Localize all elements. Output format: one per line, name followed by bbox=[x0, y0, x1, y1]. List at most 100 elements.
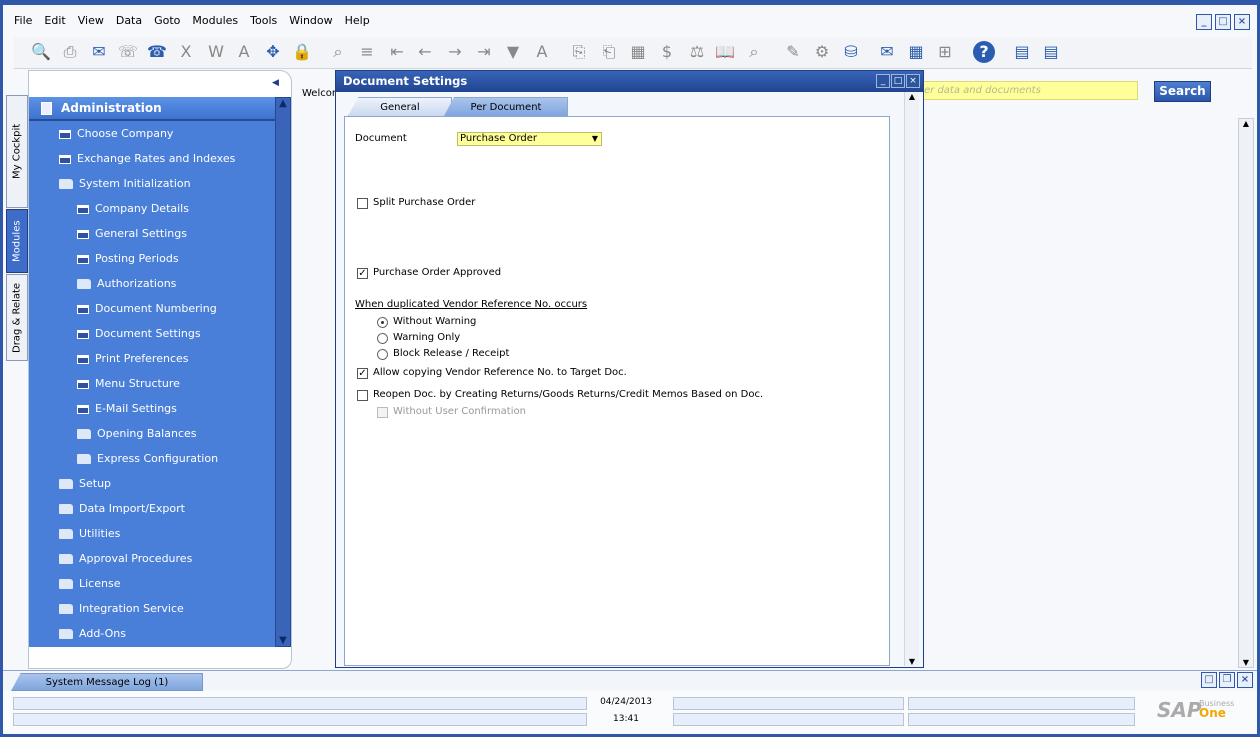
print-preview-icon[interactable]: 🔍 bbox=[30, 41, 52, 63]
log-restore-button[interactable]: ❐ bbox=[1219, 672, 1235, 688]
radio-block-release[interactable] bbox=[377, 349, 388, 360]
sidebar-scrollbar[interactable]: ▲ ▼ bbox=[275, 97, 291, 647]
tab-drag-relate[interactable]: Drag & Relate bbox=[6, 274, 28, 361]
menu-help[interactable]: Help bbox=[345, 14, 370, 32]
close-button[interactable]: × bbox=[1234, 14, 1250, 30]
help-icon[interactable]: ? bbox=[973, 41, 995, 63]
sidebar-item[interactable]: Express Configuration bbox=[77, 449, 218, 469]
last-record-icon[interactable]: ⇥ bbox=[473, 41, 495, 63]
menu-file[interactable]: File bbox=[14, 14, 32, 32]
find-icon[interactable]: ⌕ bbox=[327, 41, 349, 63]
allow-copy-checkbox[interactable]: ✓ bbox=[357, 368, 368, 379]
balance-icon[interactable]: ⚖ bbox=[686, 41, 708, 63]
document-select[interactable]: Purchase Order ▼ bbox=[457, 132, 602, 146]
send-receive-icon[interactable]: ✉ bbox=[88, 41, 110, 63]
menu-tools[interactable]: Tools bbox=[250, 14, 277, 32]
menu-goto[interactable]: Goto bbox=[154, 14, 180, 32]
scroll-up-icon[interactable]: ▲ bbox=[1239, 119, 1253, 128]
scroll-down-icon[interactable]: ▼ bbox=[276, 635, 290, 646]
approved-checkbox[interactable]: ✓ bbox=[357, 268, 368, 279]
radio-without-warning[interactable] bbox=[377, 317, 388, 328]
log-maximize-button[interactable]: □ bbox=[1201, 672, 1217, 688]
fax-icon[interactable]: ☎ bbox=[146, 41, 168, 63]
scroll-up-icon[interactable]: ▲ bbox=[276, 98, 290, 110]
dialog-maximize-button[interactable]: □ bbox=[891, 74, 905, 88]
calculator-icon[interactable]: ▦ bbox=[627, 41, 649, 63]
menu-edit[interactable]: Edit bbox=[44, 14, 65, 32]
excel-icon[interactable]: X bbox=[175, 41, 197, 63]
database-icon[interactable]: ⛁ bbox=[840, 41, 862, 63]
sidebar-item[interactable]: Document Settings bbox=[77, 324, 201, 344]
sidebar-item[interactable]: Integration Service bbox=[59, 599, 184, 619]
calendar-icon[interactable]: ▦ bbox=[905, 41, 927, 63]
menu-modules[interactable]: Modules bbox=[192, 14, 238, 32]
sidebar-item[interactable]: Document Numbering bbox=[77, 299, 217, 319]
tab-modules[interactable]: Modules bbox=[6, 209, 28, 273]
base-document-icon[interactable]: ⎘ bbox=[568, 41, 590, 63]
sidebar-item[interactable]: Utilities bbox=[59, 524, 120, 544]
sidebar-item[interactable]: E-Mail Settings bbox=[77, 399, 177, 419]
print-icon[interactable]: ⎙ bbox=[59, 41, 81, 63]
query-icon[interactable]: ▤ bbox=[1040, 41, 1062, 63]
tab-my-cockpit[interactable]: My Cockpit bbox=[6, 95, 28, 208]
menu-view[interactable]: View bbox=[78, 14, 104, 32]
search-input[interactable]: er data and documents bbox=[920, 81, 1138, 100]
collapse-arrow-icon[interactable]: ◀ bbox=[272, 78, 279, 88]
administration-header[interactable]: Administration bbox=[29, 97, 275, 121]
radio-warning-only[interactable] bbox=[377, 333, 388, 344]
report-icon[interactable]: ▤ bbox=[1011, 41, 1033, 63]
main-scrollbar[interactable]: ▲ ▼ bbox=[1238, 118, 1254, 668]
sidebar-item[interactable]: Add-Ons bbox=[59, 624, 126, 644]
gross-profit-icon[interactable]: $ bbox=[656, 41, 678, 63]
system-message-log-tab[interactable]: System Message Log (1) bbox=[11, 673, 203, 691]
sms-icon[interactable]: ☏ bbox=[117, 41, 139, 63]
edit-icon[interactable]: ✎ bbox=[782, 41, 804, 63]
journal-icon[interactable]: 📖 bbox=[714, 41, 736, 63]
sidebar-item[interactable]: Setup bbox=[59, 474, 111, 494]
sidebar-item[interactable]: Data Import/Export bbox=[59, 499, 185, 519]
org-chart-icon[interactable]: ⊞ bbox=[934, 41, 956, 63]
sidebar-item[interactable]: Company Details bbox=[77, 199, 189, 219]
dialog-scrollbar[interactable]: ▲ ▼ bbox=[904, 92, 919, 666]
dialog-minimize-button[interactable]: _ bbox=[876, 74, 890, 88]
form-settings-lock-icon[interactable]: 🔒 bbox=[291, 41, 313, 63]
maximize-button[interactable]: □ bbox=[1215, 14, 1231, 30]
word-icon[interactable]: W bbox=[205, 41, 227, 63]
move-icon[interactable]: ✥ bbox=[262, 41, 284, 63]
sidebar-item[interactable]: Menu Structure bbox=[77, 374, 180, 394]
target-document-icon[interactable]: ⎗ bbox=[598, 41, 620, 63]
split-checkbox[interactable] bbox=[357, 198, 368, 209]
next-record-icon[interactable]: → bbox=[444, 41, 466, 63]
scroll-down-icon[interactable]: ▼ bbox=[1239, 658, 1253, 667]
tab-per-document[interactable]: Per Document bbox=[444, 97, 568, 116]
sidebar-item[interactable]: Opening Balances bbox=[77, 424, 197, 444]
reopen-checkbox[interactable] bbox=[357, 390, 368, 401]
sidebar-item[interactable]: Authorizations bbox=[77, 274, 176, 294]
add-icon[interactable]: ≡ bbox=[356, 41, 378, 63]
sidebar-item[interactable]: Print Preferences bbox=[77, 349, 189, 369]
filter-icon[interactable]: ▼ bbox=[502, 41, 524, 63]
sort-icon[interactable]: A bbox=[531, 41, 553, 63]
messages-alert-icon[interactable]: ✉ bbox=[876, 41, 898, 63]
sidebar-item[interactable]: General Settings bbox=[77, 224, 187, 244]
menu-window[interactable]: Window bbox=[289, 14, 332, 32]
sidebar-item[interactable]: Exchange Rates and Indexes bbox=[59, 149, 235, 169]
dialog-close-button[interactable]: × bbox=[906, 74, 920, 88]
sidebar-item[interactable]: Choose Company bbox=[59, 124, 173, 144]
menu-data[interactable]: Data bbox=[116, 14, 142, 32]
settings-icon[interactable]: ⚙ bbox=[811, 41, 833, 63]
previous-record-icon[interactable]: ← bbox=[414, 41, 436, 63]
sidebar-item[interactable]: Approval Procedures bbox=[59, 549, 192, 569]
sidebar-item[interactable]: Posting Periods bbox=[77, 249, 179, 269]
log-close-button[interactable]: × bbox=[1237, 672, 1253, 688]
first-record-icon[interactable]: ⇤ bbox=[386, 41, 408, 63]
sidebar-item[interactable]: License bbox=[59, 574, 120, 594]
pdf-icon[interactable]: A bbox=[233, 41, 255, 63]
scroll-down-icon[interactable]: ▼ bbox=[905, 657, 919, 666]
sidebar-item[interactable]: System Initialization bbox=[59, 174, 191, 194]
transaction-journal-icon[interactable]: ⌕ bbox=[743, 41, 765, 63]
minimize-button[interactable]: _ bbox=[1196, 14, 1212, 30]
tab-general[interactable]: General bbox=[348, 97, 452, 116]
search-button[interactable]: Search bbox=[1154, 81, 1211, 102]
scroll-up-icon[interactable]: ▲ bbox=[905, 92, 919, 101]
